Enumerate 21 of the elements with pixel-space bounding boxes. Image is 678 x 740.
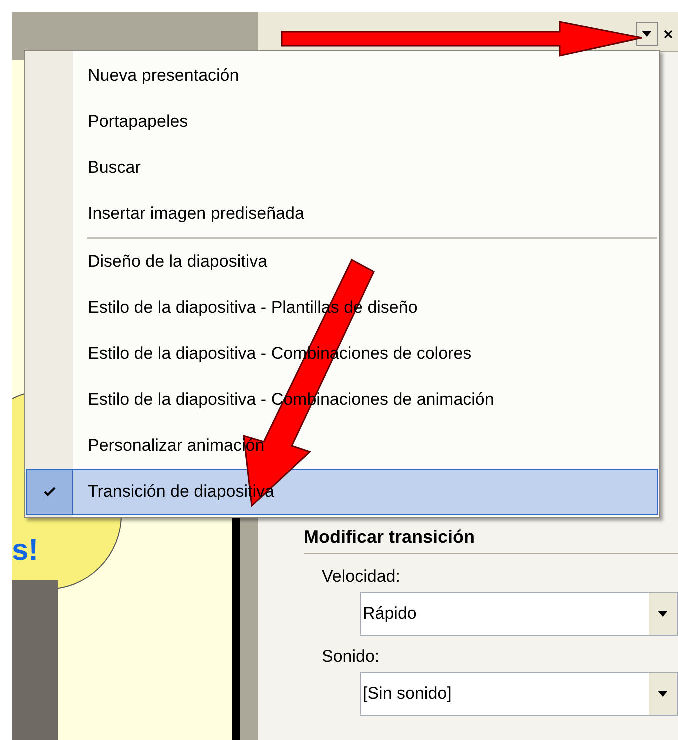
menu-item-label: Portapapeles [88, 111, 188, 134]
caret-icon [658, 691, 668, 697]
menu-item[interactable]: Insertar imagen prediseñada [26, 191, 658, 237]
combo-box[interactable]: [Sin sonido] [360, 672, 678, 716]
menu-item-label: Insertar imagen prediseñada [88, 203, 304, 226]
caret-icon [642, 31, 652, 37]
combo-box[interactable]: Rápido [360, 592, 678, 636]
caret-icon [658, 611, 668, 617]
menu-item[interactable]: Portapapeles [26, 99, 658, 145]
close-icon [664, 30, 673, 38]
menu-item[interactable]: Diseño de la diapositiva [26, 239, 658, 285]
field-label: Velocidad: [322, 566, 402, 588]
menu-item-label: Buscar [88, 157, 141, 180]
dropdown-button[interactable] [636, 22, 658, 46]
menu-item-label: Nueva presentación [88, 65, 240, 88]
slide-text: s! [12, 534, 39, 568]
menu-item-label: Diseño de la diapositiva [88, 251, 268, 274]
field-label: Sonido: [322, 646, 381, 668]
section-title: Modificar transición [304, 524, 678, 554]
menu-item[interactable]: Nueva presentación [26, 53, 658, 99]
menu-item[interactable]: Buscar [26, 145, 658, 191]
